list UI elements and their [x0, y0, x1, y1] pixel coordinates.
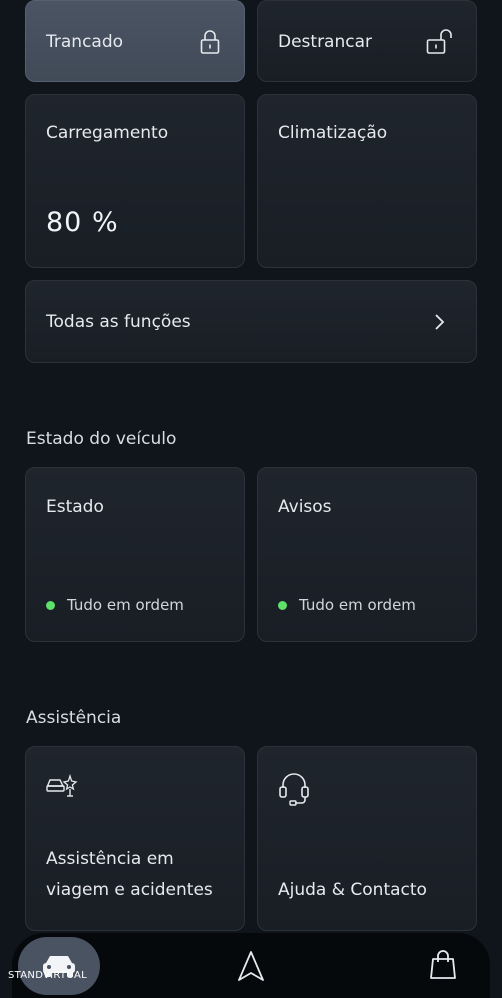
- lock-button[interactable]: Trancado: [25, 0, 245, 82]
- warnings-status-text: Tudo em ordem: [299, 596, 416, 614]
- shopping-bag-icon[interactable]: [429, 950, 457, 980]
- nav-item-car[interactable]: [18, 937, 100, 995]
- all-functions-button[interactable]: Todas as funções: [25, 280, 477, 363]
- watermark-logo: STANDVIRTUAL: [8, 970, 87, 981]
- roadside-assistance-line1: Assistência em: [46, 849, 174, 869]
- lock-open-icon: [426, 29, 452, 54]
- lock-label: Trancado: [46, 32, 124, 52]
- roadside-assistance-card[interactable]: Assistência em viagem e acidentes: [25, 746, 245, 931]
- headset-icon: [279, 773, 309, 806]
- warnings-label: Avisos: [278, 497, 332, 517]
- charging-value: 80 %: [46, 207, 119, 238]
- help-contact-card[interactable]: Ajuda & Contacto: [257, 746, 477, 931]
- unlock-button[interactable]: Destrancar: [257, 0, 477, 82]
- charging-card[interactable]: Carregamento 80 %: [25, 94, 245, 268]
- warnings-status: Tudo em ordem: [278, 596, 416, 614]
- assistance-title: Assistência: [26, 708, 122, 728]
- status-ok-dot: [46, 600, 55, 610]
- state-status: Tudo em ordem: [46, 596, 184, 614]
- help-contact-label: Ajuda & Contacto: [278, 880, 427, 900]
- warnings-card[interactable]: Avisos Tudo em ordem: [257, 467, 477, 642]
- car-crash-icon: [46, 774, 78, 797]
- lock-closed-icon: [200, 30, 220, 54]
- status-ok-dot: [278, 600, 287, 610]
- chevron-right-icon: [435, 314, 445, 330]
- navigation-arrow-icon[interactable]: [237, 950, 265, 982]
- state-card[interactable]: Estado Tudo em ordem: [25, 467, 245, 642]
- roadside-assistance-line2: viagem e acidentes: [46, 880, 213, 900]
- climate-label: Climatização: [278, 123, 388, 143]
- climate-card[interactable]: Climatização: [257, 94, 477, 268]
- vehicle-state-title: Estado do veículo: [26, 429, 177, 449]
- state-label: Estado: [46, 497, 104, 517]
- unlock-label: Destrancar: [278, 32, 373, 52]
- state-status-text: Tudo em ordem: [67, 596, 184, 614]
- all-functions-label: Todas as funções: [46, 312, 191, 332]
- charging-label: Carregamento: [46, 123, 169, 143]
